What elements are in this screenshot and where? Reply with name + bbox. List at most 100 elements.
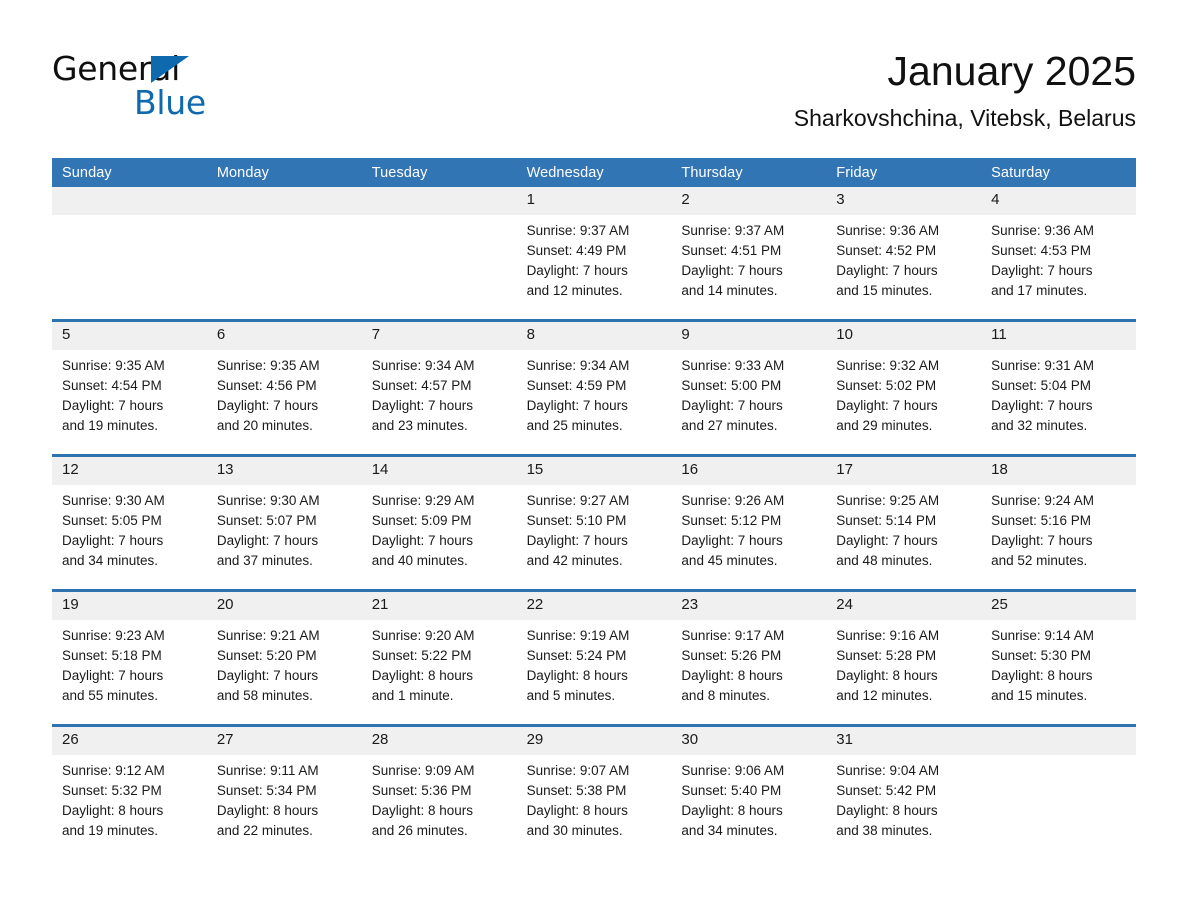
- page-header: General Blue January 2025 Sharkovshchina…: [0, 44, 1188, 144]
- daylight-text-line1: Daylight: 8 hours: [371, 668, 474, 683]
- day-number: 6: [206, 322, 362, 350]
- calendar-table: Sunday Monday Tuesday Wednesday Thursday Frid…: [52, 158, 1136, 859]
- calendar-day-cell[interactable]: 31 Sunrise: 9:04 AM Sunset: 5:42 PM Dayligh…: [826, 727, 982, 859]
- location-subtitle: Sharkovshchina, Vitebsk, Belarus: [793, 105, 1136, 131]
- calendar-day-cell[interactable]: 18 Sunrise: 9:24 AM Sunset: 5:16 PM Dayligh…: [981, 457, 1136, 589]
- calendar-day-cell[interactable]: 29 Sunrise: 9:07 AM Sunset: 5:38 PM Dayligh…: [516, 727, 672, 859]
- calendar-day-cell[interactable]: 24 Sunrise: 9:16 AM Sunset: 5:28 PM Dayligh…: [826, 592, 982, 724]
- sunset-text: Sunset: 5:36 PM: [371, 783, 472, 798]
- day-number: 15: [516, 457, 672, 485]
- daylight-text-line1: Daylight: 7 hours: [371, 398, 474, 413]
- daylight-text-line1: Daylight: 7 hours: [216, 533, 319, 548]
- daylight-text-line2: and 58 minutes.: [216, 688, 313, 703]
- sunset-text: Sunset: 5:00 PM: [681, 378, 782, 393]
- calendar-day-cell[interactable]: 20 Sunrise: 9:21 AM Sunset: 5:20 PM Dayligh…: [206, 592, 362, 724]
- calendar-day-cell[interactable]: 13 Sunrise: 9:30 AM Sunset: 5:07 PM Dayligh…: [206, 457, 362, 589]
- daylight-text-line2: and 34 minutes.: [681, 823, 778, 838]
- calendar-day-cell[interactable]: 30 Sunrise: 9:06 AM Sunset: 5:40 PM Dayligh…: [671, 727, 827, 859]
- calendar-day-cell[interactable]: 5 Sunrise: 9:35 AM Sunset: 4:54 PM Daylight…: [52, 322, 207, 454]
- sunset-text: Sunset: 5:24 PM: [526, 648, 627, 663]
- calendar-week-row: 12 Sunrise: 9:30 AM Sunset: 5:05 PM Dayligh…: [52, 454, 1136, 589]
- triangle-icon: [151, 56, 189, 83]
- day-details: Sunrise: 9:35 AM Sunset: 4:54 PM Daylight:…: [52, 350, 207, 436]
- calendar-day-cell[interactable]: 10 Sunrise: 9:32 AM Sunset: 5:02 PM Dayligh…: [826, 322, 982, 454]
- day-number: 22: [516, 592, 672, 620]
- calendar-week-row: 1 Sunrise: 9:37 AM Sunset: 4:49 PM Daylight…: [52, 187, 1136, 319]
- day-details: Sunrise: 9:27 AM Sunset: 5:10 PM Daylight:…: [517, 485, 672, 571]
- column-header-monday: Monday: [216, 164, 270, 181]
- calendar-day-cell[interactable]: 22 Sunrise: 9:19 AM Sunset: 5:24 PM Dayligh…: [516, 592, 672, 724]
- day-number: 18: [981, 457, 1136, 485]
- daylight-text-line2: and 17 minutes.: [991, 283, 1088, 298]
- daylight-text-line2: and 40 minutes.: [371, 553, 468, 568]
- calendar-day-cell[interactable]: 3 Sunrise: 9:36 AM Sunset: 4:52 PM Daylight…: [826, 187, 982, 319]
- sunrise-text: Sunrise: 9:19 AM: [526, 628, 630, 643]
- calendar-day-cell-empty: [981, 727, 1136, 859]
- daylight-text-line1: Daylight: 7 hours: [836, 398, 938, 413]
- day-number: [52, 187, 207, 215]
- calendar-day-cell[interactable]: 12 Sunrise: 9:30 AM Sunset: 5:05 PM Dayligh…: [52, 457, 207, 589]
- sunset-text: Sunset: 5:02 PM: [836, 378, 937, 393]
- calendar-day-cell[interactable]: 28 Sunrise: 9:09 AM Sunset: 5:36 PM Dayligh…: [361, 727, 517, 859]
- sunrise-text: Sunrise: 9:29 AM: [371, 493, 475, 508]
- daylight-text-line1: Daylight: 8 hours: [836, 668, 938, 683]
- calendar-day-cell[interactable]: 14 Sunrise: 9:29 AM Sunset: 5:09 PM Dayligh…: [361, 457, 517, 589]
- column-header-wednesday: Wednesday: [526, 164, 604, 181]
- sunrise-text: Sunrise: 9:25 AM: [836, 493, 940, 508]
- day-details: Sunrise: 9:04 AM Sunset: 5:42 PM Daylight:…: [826, 755, 981, 841]
- calendar-day-cell[interactable]: 27 Sunrise: 9:11 AM Sunset: 5:34 PM Dayligh…: [206, 727, 362, 859]
- day-details: Sunrise: 9:24 AM Sunset: 5:16 PM Daylight:…: [981, 485, 1136, 571]
- calendar-day-cell[interactable]: 26 Sunrise: 9:12 AM Sunset: 5:32 PM Dayligh…: [52, 727, 207, 859]
- day-number: 30: [671, 727, 827, 755]
- sunset-text: Sunset: 5:38 PM: [526, 783, 627, 798]
- daylight-text-line1: Daylight: 7 hours: [216, 668, 319, 683]
- calendar-day-cell[interactable]: 15 Sunrise: 9:27 AM Sunset: 5:10 PM Dayligh…: [516, 457, 672, 589]
- daylight-text-line1: Daylight: 8 hours: [216, 803, 319, 818]
- calendar-day-cell[interactable]: 2 Sunrise: 9:37 AM Sunset: 4:51 PM Daylight…: [671, 187, 827, 319]
- daylight-text-line1: Daylight: 8 hours: [681, 668, 783, 683]
- sunset-text: Sunset: 5:14 PM: [836, 513, 937, 528]
- calendar-day-cell[interactable]: 8 Sunrise: 9:34 AM Sunset: 4:59 PM Daylight…: [516, 322, 672, 454]
- daylight-text-line2: and 48 minutes.: [836, 553, 933, 568]
- sunset-text: Sunset: 4:56 PM: [216, 378, 317, 393]
- daylight-text-line1: Daylight: 7 hours: [836, 263, 938, 278]
- day-details: Sunrise: 9:07 AM Sunset: 5:38 PM Daylight:…: [517, 755, 672, 841]
- calendar-day-cell[interactable]: 4 Sunrise: 9:36 AM Sunset: 4:53 PM Daylight…: [981, 187, 1136, 319]
- calendar-day-cell[interactable]: 6 Sunrise: 9:35 AM Sunset: 4:56 PM Daylight…: [206, 322, 362, 454]
- calendar-day-cell[interactable]: 9 Sunrise: 9:33 AM Sunset: 5:00 PM Daylight…: [671, 322, 827, 454]
- calendar-day-cell[interactable]: 19 Sunrise: 9:23 AM Sunset: 5:18 PM Dayligh…: [52, 592, 207, 724]
- day-number: 19: [52, 592, 207, 620]
- day-number: 29: [516, 727, 672, 755]
- calendar-day-cell[interactable]: 11 Sunrise: 9:31 AM Sunset: 5:04 PM Dayligh…: [981, 322, 1136, 454]
- sunrise-text: Sunrise: 9:12 AM: [62, 763, 165, 778]
- sunrise-text: Sunrise: 9:35 AM: [62, 358, 165, 373]
- day-details: Sunrise: 9:33 AM Sunset: 5:00 PM Daylight:…: [671, 350, 826, 436]
- sunset-text: Sunset: 5:34 PM: [216, 783, 317, 798]
- sunrise-text: Sunrise: 9:34 AM: [526, 358, 630, 373]
- calendar-day-cell[interactable]: 1 Sunrise: 9:37 AM Sunset: 4:49 PM Daylight…: [516, 187, 672, 319]
- daylight-text-line1: Daylight: 7 hours: [62, 398, 164, 413]
- calendar-day-cell[interactable]: 17 Sunrise: 9:25 AM Sunset: 5:14 PM Dayligh…: [826, 457, 982, 589]
- daylight-text-line1: Daylight: 7 hours: [681, 263, 783, 278]
- day-number: 28: [361, 727, 517, 755]
- sunrise-text: Sunrise: 9:30 AM: [62, 493, 165, 508]
- day-number: 27: [206, 727, 362, 755]
- calendar-day-cell[interactable]: 7 Sunrise: 9:34 AM Sunset: 4:57 PM Daylight…: [361, 322, 517, 454]
- sunset-text: Sunset: 4:49 PM: [526, 243, 627, 258]
- calendar-day-cell[interactable]: 23 Sunrise: 9:17 AM Sunset: 5:26 PM Dayligh…: [671, 592, 827, 724]
- sunrise-text: Sunrise: 9:32 AM: [836, 358, 940, 373]
- daylight-text-line1: Daylight: 8 hours: [526, 803, 628, 818]
- daylight-text-line2: and 45 minutes.: [681, 553, 778, 568]
- calendar-day-cell[interactable]: 25 Sunrise: 9:14 AM Sunset: 5:30 PM Dayligh…: [981, 592, 1136, 724]
- calendar-day-cell[interactable]: 16 Sunrise: 9:26 AM Sunset: 5:12 PM Dayligh…: [671, 457, 827, 589]
- general-blue-logo[interactable]: General Blue: [52, 44, 206, 130]
- calendar-day-cell[interactable]: 21 Sunrise: 9:20 AM Sunset: 5:22 PM Dayligh…: [361, 592, 517, 724]
- daylight-text-line2: and 29 minutes.: [836, 418, 933, 433]
- day-details: Sunrise: 9:17 AM Sunset: 5:26 PM Daylight:…: [671, 620, 826, 706]
- sunset-text: Sunset: 5:05 PM: [62, 513, 162, 528]
- daylight-text-line2: and 38 minutes.: [836, 823, 933, 838]
- day-details: [362, 215, 517, 221]
- daylight-text-line1: Daylight: 7 hours: [836, 533, 938, 548]
- sunset-text: Sunset: 5:40 PM: [681, 783, 782, 798]
- daylight-text-line1: Daylight: 7 hours: [526, 398, 628, 413]
